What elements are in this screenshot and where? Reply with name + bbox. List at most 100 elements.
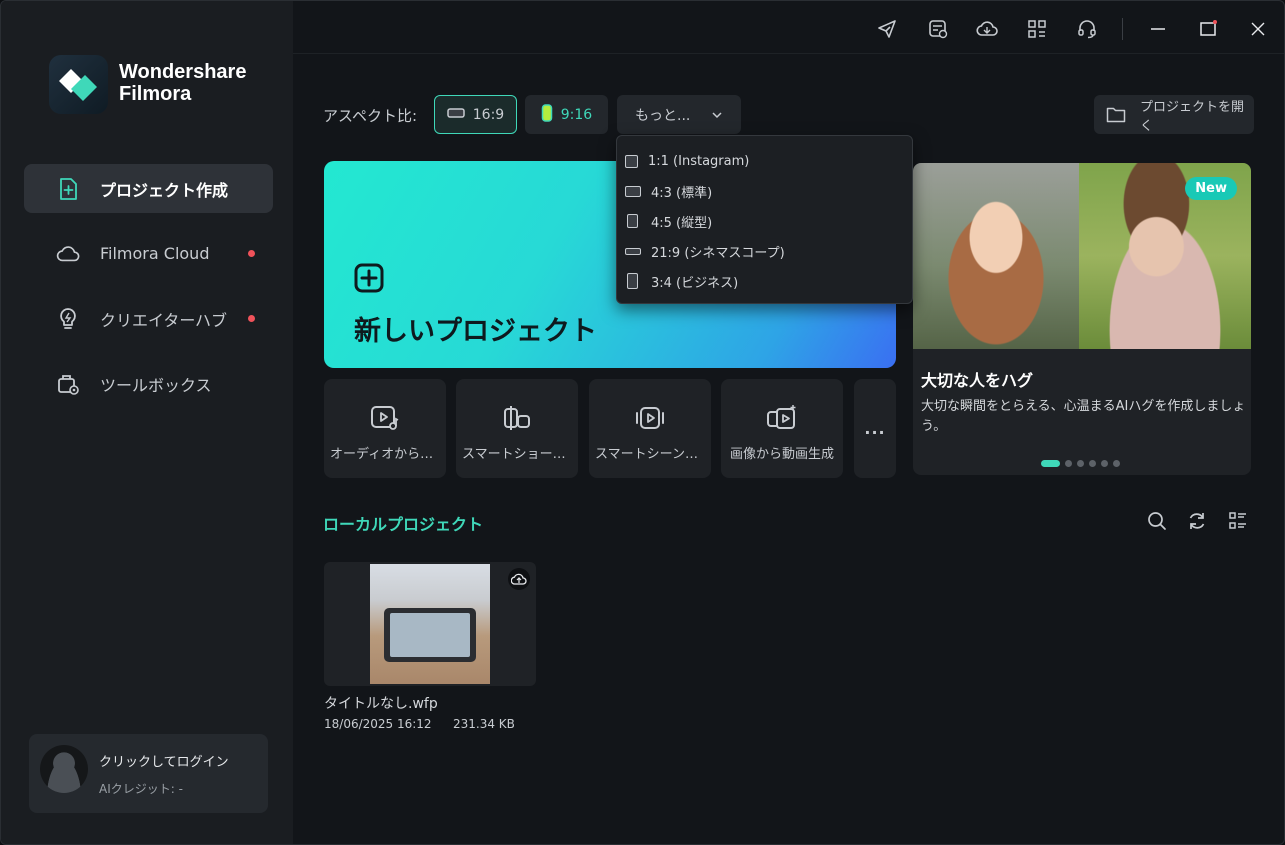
menu-item-4-3[interactable]: 4:3 (標準) xyxy=(625,179,712,203)
headset-icon[interactable] xyxy=(1076,18,1098,40)
maximize-icon[interactable] xyxy=(1197,18,1219,40)
sidebar-item-label: Filmora Cloud xyxy=(100,244,210,263)
login-title: クリックしてログイン xyxy=(99,755,229,770)
more-tools-label: ... xyxy=(864,419,886,438)
task-list-icon[interactable] xyxy=(927,18,949,40)
promo-banner[interactable]: New 大切な人をハグ 大切な瞬間をとらえる、心温まるAIハグを作成しましょう。 xyxy=(913,163,1251,475)
aspect-ratio-label: アスペクト比: xyxy=(323,107,418,125)
lightbulb-icon xyxy=(56,307,80,331)
aspect-16-9-button[interactable]: 16:9 xyxy=(434,95,517,134)
aspect-option-label: 9:16 xyxy=(560,106,593,123)
project-date: 18/06/2025 16:12 xyxy=(324,717,432,731)
tool-label: スマートショートク... xyxy=(462,447,578,462)
square-ratio-icon xyxy=(625,154,638,168)
sidebar-item-filmora-cloud[interactable]: Filmora Cloud xyxy=(24,229,273,278)
brand-line2: Filmora xyxy=(119,83,192,105)
sidebar-item-creator-hub[interactable]: クリエイターハブ xyxy=(24,294,273,343)
smart-short-clip-icon xyxy=(501,403,533,433)
brand-name: Wondershare Filmora xyxy=(119,61,246,105)
aspect-9-16-button[interactable]: 9:16 xyxy=(525,95,608,134)
project-preview-image xyxy=(370,564,490,684)
folder-icon xyxy=(1106,106,1126,123)
add-square-icon xyxy=(354,263,384,297)
notification-dot xyxy=(248,250,255,257)
menu-item-21-9[interactable]: 21:9 (シネマスコープ) xyxy=(625,239,785,263)
carousel-dot[interactable] xyxy=(1089,460,1096,467)
project-thumbnail[interactable] xyxy=(324,562,536,686)
menu-item-label: 21:9 (シネマスコープ) xyxy=(651,245,785,261)
carousel-dot[interactable] xyxy=(1101,460,1108,467)
notification-dot xyxy=(248,315,255,322)
tool-label: オーディオから動画 xyxy=(330,447,446,462)
sidebar-item-toolbox[interactable]: ツールボックス xyxy=(24,359,273,408)
ai-credits: AIクレジット: - xyxy=(99,782,183,796)
more-tools-button[interactable]: ... xyxy=(854,379,896,478)
carousel-dot[interactable] xyxy=(1077,460,1084,467)
list-view-icon[interactable] xyxy=(1227,510,1249,532)
portrait-ratio-icon xyxy=(541,103,553,126)
minimize-icon[interactable] xyxy=(1147,18,1169,40)
sidebar-item-label: クリエイターハブ xyxy=(100,310,228,330)
project-size: 231.34 KB xyxy=(453,717,515,731)
promo-description: 大切な瞬間をとらえる、心温まるAIハグを作成しましょう。 xyxy=(921,399,1246,434)
open-project-button[interactable]: プロジェクトを開く xyxy=(1094,95,1254,134)
audio-to-video-icon xyxy=(369,403,401,433)
tool-audio-to-video[interactable]: オーディオから動画 xyxy=(324,379,446,478)
avatar xyxy=(40,745,88,793)
send-icon[interactable] xyxy=(876,18,898,40)
cloud-upload-icon[interactable] xyxy=(508,568,530,590)
menu-item-4-5[interactable]: 4:5 (縦型) xyxy=(625,209,712,233)
portrait-ratio-icon xyxy=(627,214,638,228)
app-window: Wondershare Filmora プロジェクト作成 Filmora Clo… xyxy=(0,0,1285,845)
carousel-dot[interactable] xyxy=(1113,460,1120,467)
new-badge: New xyxy=(1185,177,1237,200)
toolbox-icon xyxy=(56,372,80,396)
sidebar-item-label: プロジェクト作成 xyxy=(100,180,229,200)
tool-smart-scene-cut[interactable]: スマートシーンカット xyxy=(589,379,711,478)
search-icon[interactable] xyxy=(1146,510,1168,532)
tool-image-to-video[interactable]: 画像から動画生成 xyxy=(721,379,843,478)
menu-item-3-4[interactable]: 3:4 (ビジネス) xyxy=(625,269,738,293)
titlebar-divider xyxy=(293,53,1284,54)
tablet-illustration xyxy=(384,608,476,662)
cloud-icon xyxy=(56,242,80,266)
apps-grid-icon[interactable] xyxy=(1026,18,1048,40)
image-to-video-icon xyxy=(766,403,798,433)
chevron-down-icon xyxy=(711,108,723,124)
menu-item-label: 3:4 (ビジネス) xyxy=(651,275,739,291)
aspect-more-label: もっと... xyxy=(635,107,691,124)
local-projects-title: ローカルプロジェクト xyxy=(323,515,484,534)
promo-title: 大切な人をハグ xyxy=(921,371,1034,390)
landscape-ratio-icon xyxy=(625,185,641,197)
carousel-dots xyxy=(1041,460,1120,467)
menu-item-label: 4:5 (縦型) xyxy=(651,215,713,231)
smart-scene-cut-icon xyxy=(634,403,666,433)
tablet-screen xyxy=(390,613,470,657)
aspect-ratio-menu: 1:1 (Instagram) 4:3 (標準) 4:5 (縦型) 21:9 (… xyxy=(616,135,913,304)
new-project-label: 新しいプロジェクト xyxy=(354,316,597,347)
login-card[interactable]: クリックしてログイン AIクレジット: - xyxy=(29,734,268,813)
cloud-sync-icon[interactable] xyxy=(976,18,998,40)
close-icon[interactable] xyxy=(1247,18,1269,40)
filmora-logo xyxy=(49,55,108,114)
titlebar-separator xyxy=(1122,18,1123,40)
tool-label: 画像から動画生成 xyxy=(729,447,834,462)
sidebar: Wondershare Filmora プロジェクト作成 Filmora Clo… xyxy=(1,1,293,844)
carousel-dot-active[interactable] xyxy=(1041,460,1060,467)
menu-item-label: 4:3 (標準) xyxy=(651,185,713,201)
menu-item-label: 1:1 (Instagram) xyxy=(648,153,750,169)
sidebar-item-create-project[interactable]: プロジェクト作成 xyxy=(24,164,273,213)
tool-smart-short-clip[interactable]: スマートショートク... xyxy=(456,379,578,478)
menu-item-1-1[interactable]: 1:1 (Instagram) xyxy=(625,149,749,173)
tool-label: スマートシーンカット xyxy=(595,447,711,462)
carousel-dot[interactable] xyxy=(1065,460,1072,467)
refresh-icon[interactable] xyxy=(1186,510,1208,532)
aspect-more-dropdown[interactable]: もっと... xyxy=(617,95,741,134)
brand-line1: Wondershare xyxy=(119,61,247,83)
sidebar-item-label: ツールボックス xyxy=(100,375,212,395)
project-file-name[interactable]: タイトルなし.wfp xyxy=(324,693,438,713)
open-project-label: プロジェクトを開く xyxy=(1140,99,1245,134)
wide-ratio-icon xyxy=(625,247,641,255)
tall-ratio-icon xyxy=(627,273,638,289)
aspect-option-label: 16:9 xyxy=(472,106,505,123)
